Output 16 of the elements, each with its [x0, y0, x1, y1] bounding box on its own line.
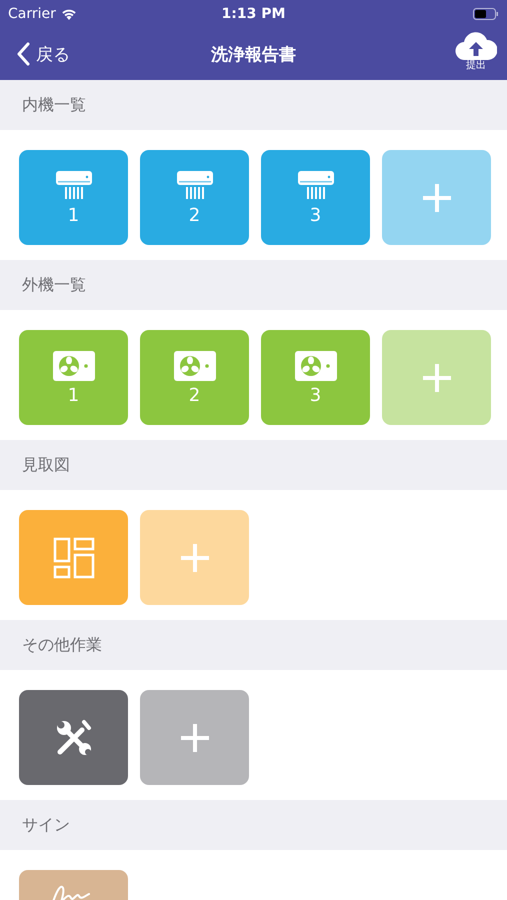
section-title: その他作業 — [22, 634, 102, 656]
unit-tile[interactable]: 3 — [261, 330, 370, 425]
unit-tile[interactable]: 2 — [140, 330, 249, 425]
unit-tile[interactable]: 1 — [19, 330, 128, 425]
section-title: サイン — [22, 814, 70, 836]
carrier-name: Carrier — [8, 6, 56, 22]
section-title: 内機一覧 — [22, 94, 86, 116]
section-title: 外機一覧 — [22, 274, 86, 296]
back-button[interactable]: 戻る — [16, 42, 70, 66]
unit-tile[interactable]: 3 — [261, 150, 370, 245]
section-title: 見取図 — [22, 454, 70, 476]
unit-tile[interactable]: 1 — [19, 150, 128, 245]
screen-title: 洗浄報告書 — [211, 44, 296, 66]
unit-tile[interactable]: 2 — [140, 150, 249, 245]
status-time: 1:13 PM — [222, 6, 286, 22]
submit-button[interactable]: 提出 — [455, 31, 497, 71]
